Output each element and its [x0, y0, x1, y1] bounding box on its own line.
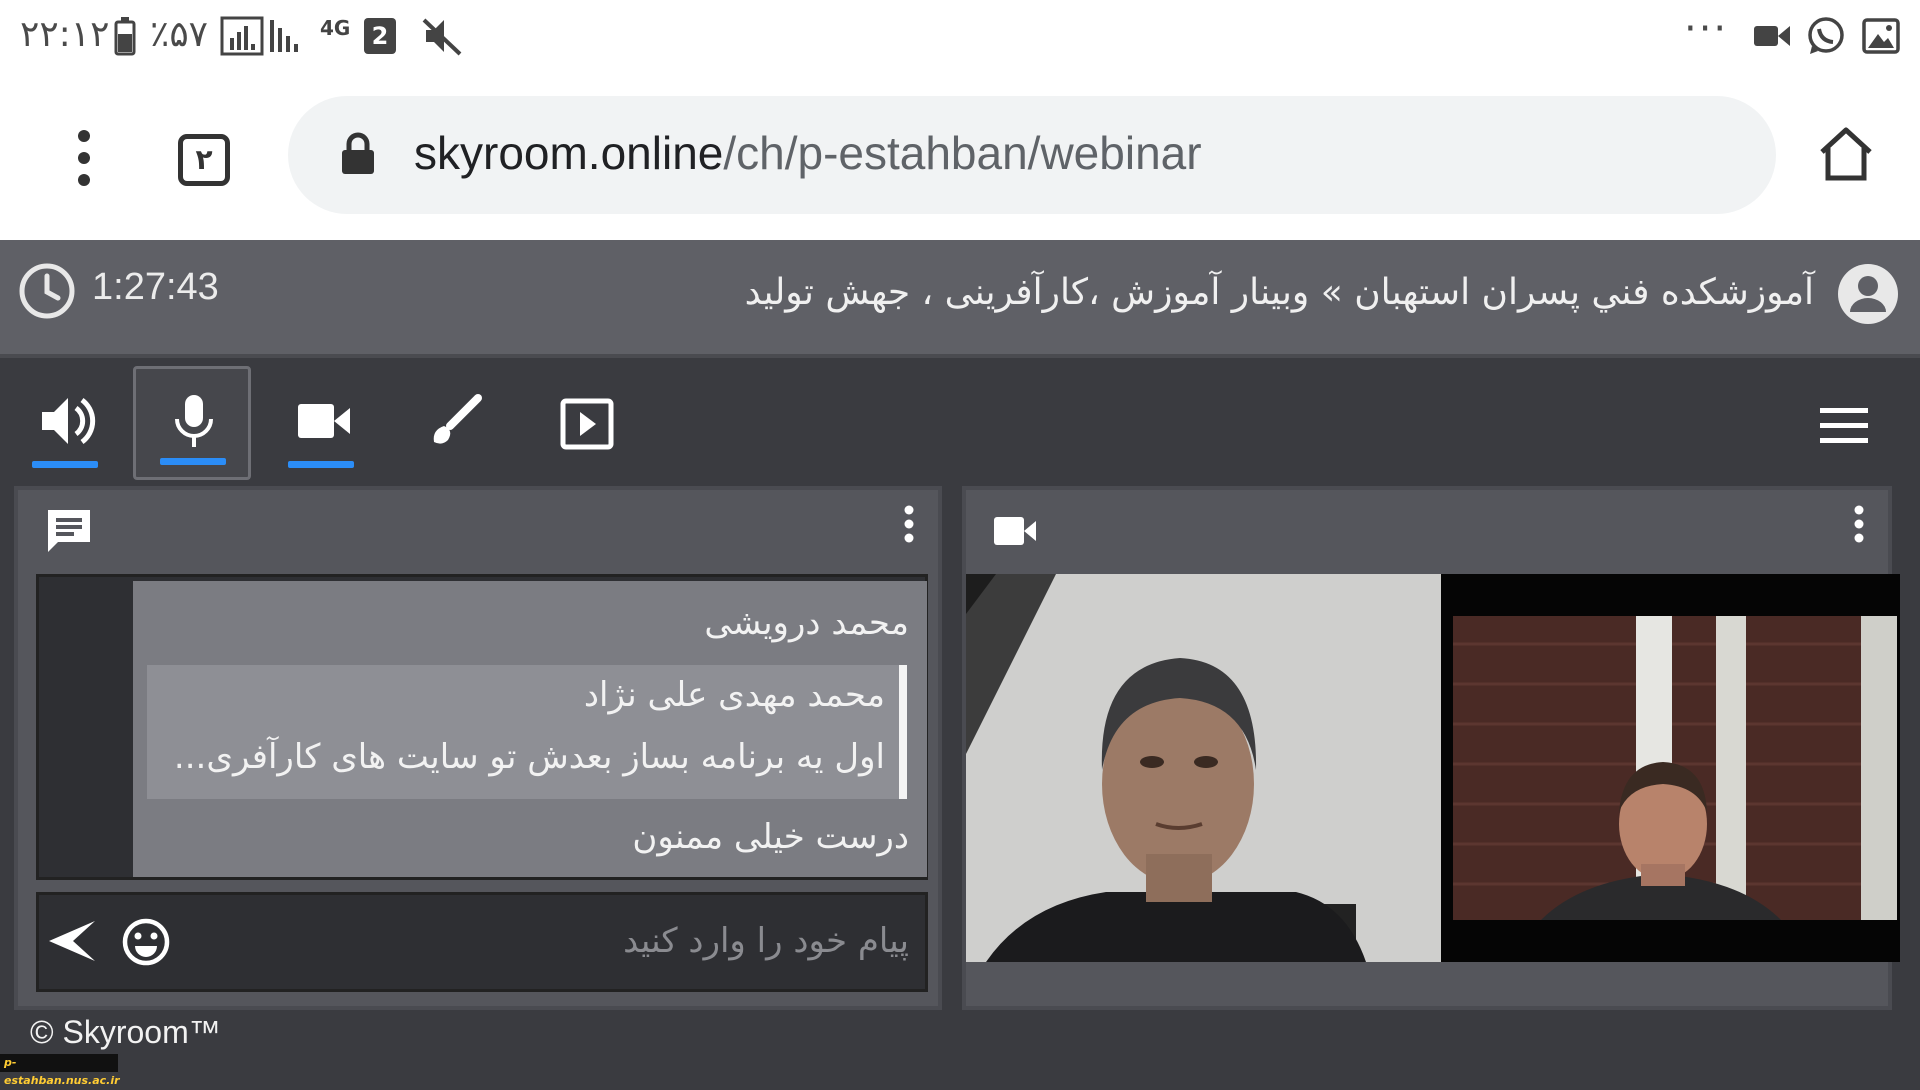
speaker-button[interactable]	[8, 366, 126, 480]
video-camera-icon	[994, 517, 1036, 545]
chat-message-input[interactable]: پیام خود را وارد کنید	[183, 895, 925, 989]
tab-switcher-button[interactable]: ۲	[178, 134, 230, 186]
camera-active-indicator	[288, 461, 354, 468]
play-box-icon	[560, 398, 614, 450]
chat-input-bar[interactable]: پیام خود را وارد کنید	[36, 892, 928, 992]
chat-message: محمد درویشی محمد مهدی علی نژاد اول یه بر…	[133, 581, 927, 877]
participant-2-feed	[1441, 574, 1900, 962]
whatsapp-icon	[1808, 17, 1844, 54]
video-icon	[1754, 26, 1790, 46]
video-panel	[962, 486, 1900, 1010]
chat-panel-menu-icon[interactable]	[902, 504, 916, 544]
session-header: 1:27:43 آموزشکده فني پسران استهبان » وبي…	[0, 240, 1920, 358]
chat-message-list[interactable]: محمد درویشی محمد مهدی علی نژاد اول یه بر…	[36, 574, 928, 880]
browser-menu-icon[interactable]	[72, 128, 96, 188]
speaker-active-indicator	[32, 461, 98, 468]
participant-video-2[interactable]	[1441, 574, 1900, 962]
camera-button[interactable]	[264, 366, 382, 480]
media-toolbar	[0, 362, 1920, 486]
battery-icon	[114, 17, 136, 56]
user-avatar-icon[interactable]	[1836, 262, 1900, 326]
session-timer: 1:27:43	[92, 266, 219, 308]
participant-1-feed	[966, 574, 1441, 962]
media-player-button[interactable]	[528, 366, 646, 480]
microphone-icon	[175, 395, 213, 447]
participant-video-1[interactable]	[966, 574, 1441, 962]
clock-icon	[19, 263, 75, 319]
room-title: آموزشکده فني پسران استهبان » وبينار آموز…	[744, 272, 1814, 313]
quoted-text: اول یه برنامه بساز بعدش تو سایت های کارآ…	[173, 737, 885, 777]
gallery-icon	[1862, 18, 1900, 54]
send-icon[interactable]	[47, 917, 99, 965]
video-panel-menu-icon[interactable]	[1852, 504, 1866, 544]
hamburger-menu-icon[interactable]	[1818, 406, 1870, 446]
speaker-icon	[42, 397, 96, 445]
emoji-icon[interactable]	[121, 917, 171, 967]
lock-icon	[342, 132, 374, 174]
battery-percent: ٪۵۷	[150, 14, 209, 55]
camera-icon	[298, 404, 350, 438]
mute-icon	[422, 18, 462, 56]
brush-icon	[433, 394, 482, 444]
site-watermark: p-estahban.nus.ac.ir	[0, 1054, 120, 1087]
quoted-sender: محمد مهدی علی نژاد	[583, 675, 885, 715]
network-4g-icon: 4G	[320, 16, 351, 40]
signal-icon	[270, 20, 298, 52]
status-time: ۲۲:۱۲	[20, 14, 110, 55]
microphone-button[interactable]	[133, 366, 251, 480]
url-path: /ch/p-estahban/webinar	[723, 127, 1202, 179]
status-bar: ۲۲:۱۲ ٪۵۷ 4G 2 ···	[0, 0, 1920, 72]
whiteboard-button[interactable]	[394, 366, 512, 480]
microphone-active-indicator	[160, 458, 226, 465]
url-host: skyroom.online	[414, 127, 724, 179]
url-text[interactable]: skyroom.online/ch/p-estahban/webinar	[414, 126, 1202, 180]
quoted-message: محمد مهدی علی نژاد اول یه برنامه بساز بع…	[147, 665, 907, 799]
signal-icon	[220, 16, 264, 56]
message-sender: محمد درویشی	[704, 603, 909, 643]
home-icon[interactable]	[1816, 124, 1876, 184]
message-text: درست خیلی ممنون	[632, 817, 909, 857]
browser-toolbar: ۲ skyroom.online/ch/p-estahban/webinar	[0, 72, 1920, 240]
chat-input-placeholder: پیام خود را وارد کنید	[623, 921, 909, 961]
chat-icon	[48, 510, 90, 552]
sim-icon: 2	[364, 18, 396, 54]
chat-panel: محمد درویشی محمد مهدی علی نژاد اول یه بر…	[14, 486, 942, 1010]
more-icon: ···	[1684, 6, 1729, 52]
copyright-footer: © Skyroom™	[30, 1014, 221, 1050]
address-bar[interactable]: skyroom.online/ch/p-estahban/webinar	[288, 96, 1776, 214]
